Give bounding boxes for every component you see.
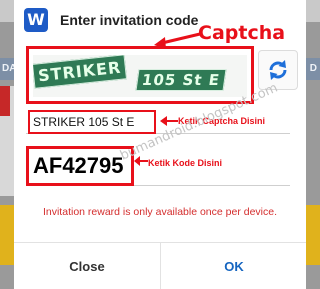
captcha-image: STRIKER 105 St E: [33, 55, 247, 97]
annotation-code-hint: Ketik Kode Disini: [148, 158, 223, 168]
captcha-image-frame: STRIKER 105 St E: [26, 46, 254, 104]
background-yellow-left: [0, 205, 14, 265]
annotation-captcha-label: Captcha: [198, 22, 286, 44]
background-yellow-right: [306, 205, 320, 265]
captcha-word-1: STRIKER: [33, 55, 128, 89]
app-logo-icon: W: [24, 8, 48, 32]
background-accent-left: [0, 86, 10, 116]
captcha-word-2: 105 St E: [135, 69, 227, 91]
invitation-code-input[interactable]: [26, 146, 134, 186]
background-strip-right-text: D: [309, 63, 317, 74]
close-button[interactable]: Close: [14, 243, 160, 289]
ok-button[interactable]: OK: [161, 243, 307, 289]
dialog-title: Enter invitation code: [60, 12, 199, 28]
invitation-dialog: W Enter invitation code Captcha STRIKER …: [14, 0, 306, 289]
captcha-input[interactable]: [28, 110, 156, 134]
invitation-notice: Invitation reward is only available once…: [42, 206, 278, 218]
